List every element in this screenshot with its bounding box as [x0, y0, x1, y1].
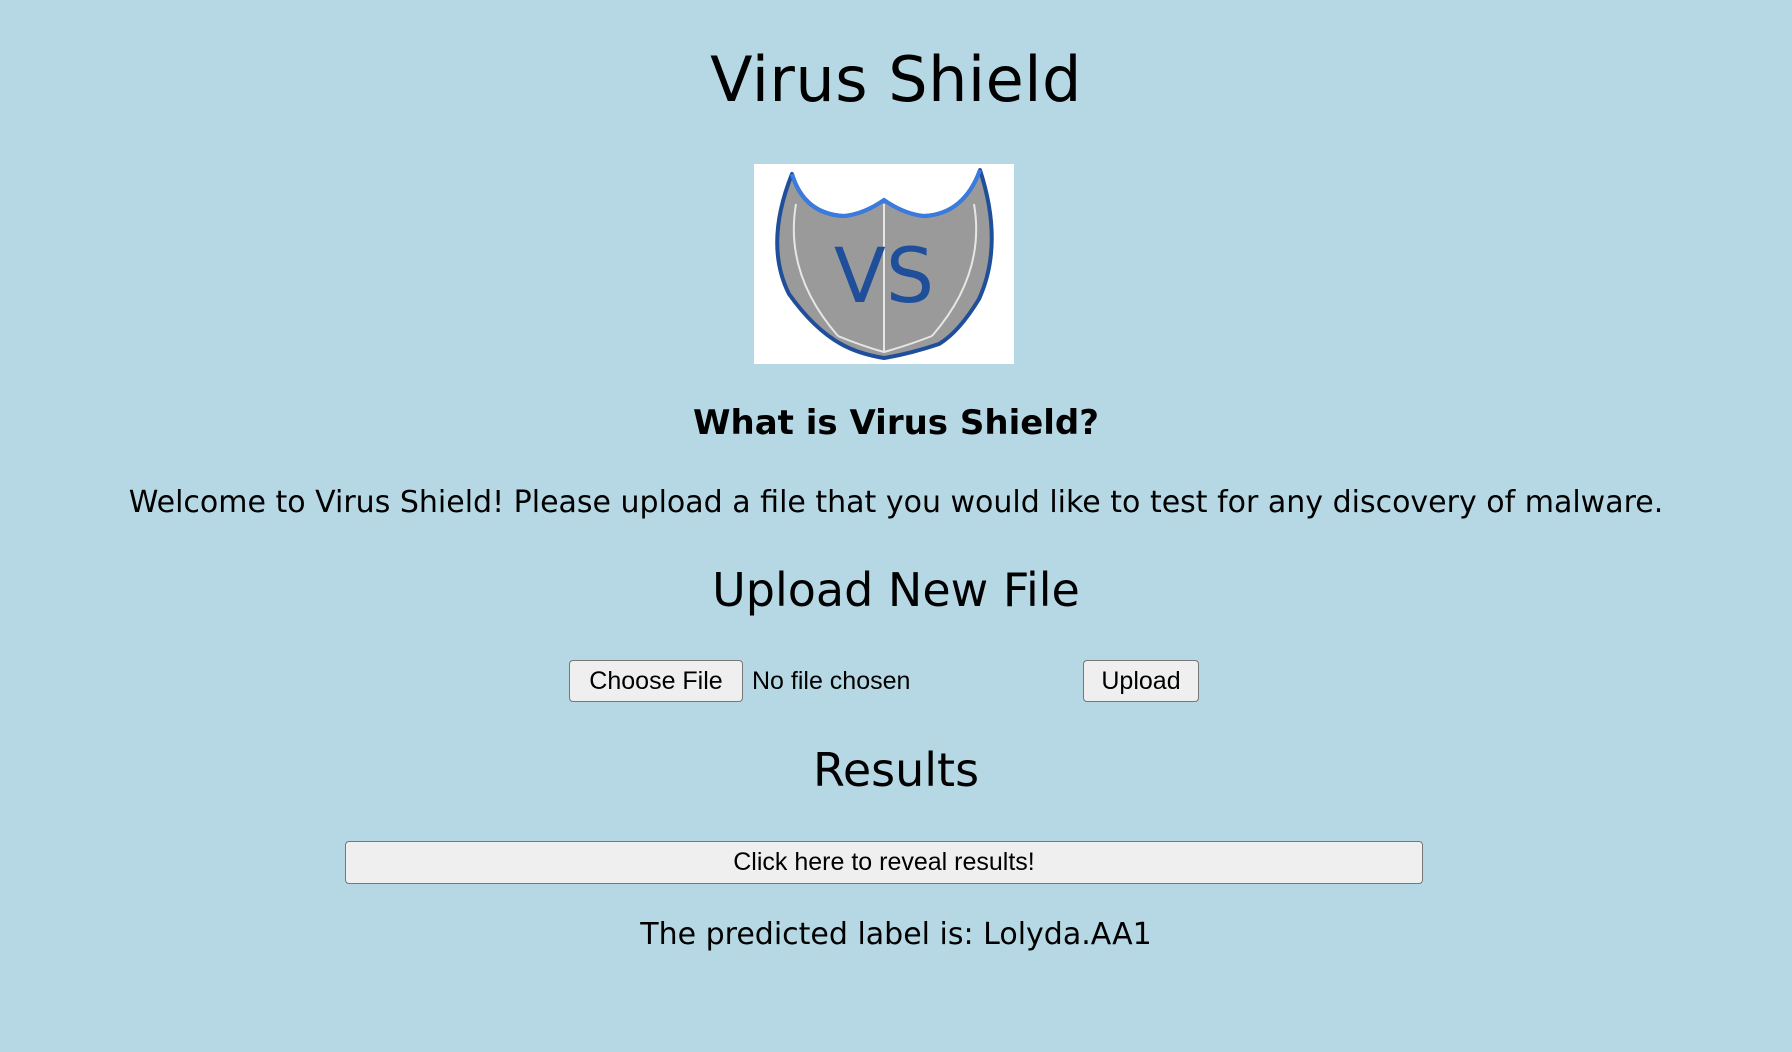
upload-form: Choose File No file chosen Upload [569, 660, 1209, 704]
prediction-text: The predicted label is: Lolyda.AA1 [640, 917, 1152, 952]
virus-shield-logo: VS [754, 164, 1014, 364]
page: Virus Shield VS What is Virus Shield? We… [0, 0, 1792, 1052]
logo-text: VS [834, 231, 934, 320]
reveal-results-button[interactable]: Click here to reveal results! [345, 841, 1423, 884]
page-title: Virus Shield [710, 43, 1082, 116]
file-status: No file chosen [752, 667, 911, 695]
shield-icon: VS [775, 168, 994, 360]
upload-button[interactable]: Upload [1083, 660, 1199, 702]
upload-heading: Upload New File [712, 563, 1080, 617]
about-heading: What is Virus Shield? [692, 403, 1099, 443]
about-description: Welcome to Virus Shield! Please upload a… [128, 485, 1664, 520]
results-heading: Results [812, 743, 980, 797]
choose-file-button[interactable]: Choose File [569, 660, 743, 702]
